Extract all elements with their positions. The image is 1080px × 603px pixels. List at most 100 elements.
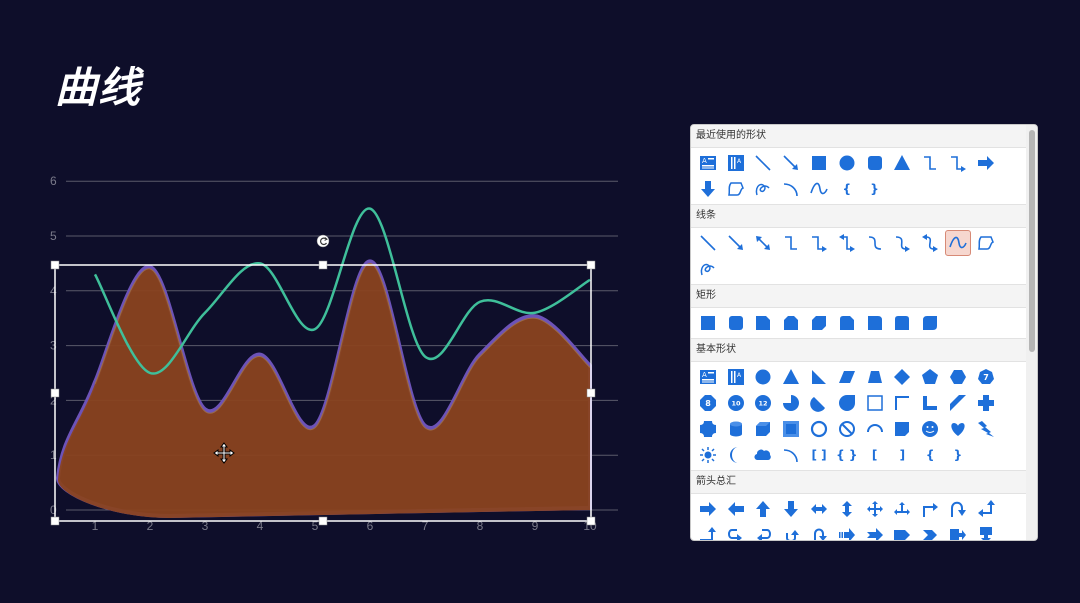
lightning-bolt-icon[interactable]	[973, 416, 999, 442]
curved-left-arrow-icon[interactable]	[750, 522, 776, 540]
area-series[interactable]	[58, 263, 590, 518]
panel-scrollbar-thumb[interactable]	[1029, 130, 1035, 352]
panel-scrollbar[interactable]	[1026, 125, 1037, 540]
snip-single-corner-rectangle-icon[interactable]	[750, 310, 776, 336]
parallelogram-icon[interactable]	[834, 364, 860, 390]
ellipse-icon[interactable]	[750, 364, 776, 390]
right-arrow-icon[interactable]	[973, 150, 999, 176]
l-shape-icon[interactable]	[917, 390, 943, 416]
scribble-icon[interactable]	[695, 256, 721, 282]
text-box-icon[interactable]: A	[695, 150, 721, 176]
rectangle-icon[interactable]	[806, 150, 832, 176]
right-triangle-icon[interactable]	[806, 364, 832, 390]
rectangle-icon[interactable]	[695, 310, 721, 336]
shape-picker-panel[interactable]: 最近使用的形状 A A{} 线条 矩形 基本形状 A A 7 8 10 12[ ]{ }[]{} 箭头总…	[690, 124, 1038, 541]
octagon-icon[interactable]: 8	[695, 390, 721, 416]
moon-icon[interactable]	[723, 442, 749, 468]
block-arc-icon[interactable]	[862, 416, 888, 442]
curved-arrow-connector-icon[interactable]	[889, 230, 915, 256]
left-bracket-icon[interactable]: [	[862, 442, 888, 468]
bent-up-arrow-icon[interactable]	[695, 522, 721, 540]
left-right-up-arrow-icon[interactable]	[889, 496, 915, 522]
line-icon[interactable]	[750, 150, 776, 176]
cube-icon[interactable]	[750, 416, 776, 442]
can-icon[interactable]	[723, 416, 749, 442]
bevel-icon[interactable]	[778, 416, 804, 442]
resize-handle[interactable]	[50, 388, 60, 398]
freeform-icon[interactable]	[723, 176, 749, 202]
resize-handle[interactable]	[586, 260, 596, 270]
resize-handle[interactable]	[586, 388, 596, 398]
up-down-arrow-icon[interactable]	[834, 496, 860, 522]
curved-double-arrow-connector-icon[interactable]	[917, 230, 943, 256]
left-right-arrow-icon[interactable]	[806, 496, 832, 522]
cloud-icon[interactable]	[750, 442, 776, 468]
rotate-handle-icon[interactable]	[316, 234, 330, 248]
trapezoid-icon[interactable]	[862, 364, 888, 390]
line-icon[interactable]	[695, 230, 721, 256]
ellipse-icon[interactable]	[834, 150, 860, 176]
vertical-text-box-icon[interactable]: A	[723, 150, 749, 176]
down-arrow-icon[interactable]	[778, 496, 804, 522]
right-brace-icon[interactable]: }	[945, 442, 971, 468]
curve-icon[interactable]	[806, 176, 832, 202]
frame-icon[interactable]	[862, 390, 888, 416]
elbow-double-arrow-connector-icon[interactable]	[834, 230, 860, 256]
arc-icon[interactable]	[778, 442, 804, 468]
quad-arrow-icon[interactable]	[862, 496, 888, 522]
left-brace-icon[interactable]: {	[917, 442, 943, 468]
sun-icon[interactable]	[695, 442, 721, 468]
chord-icon[interactable]	[806, 390, 832, 416]
down-arrow-callout-icon[interactable]	[973, 522, 999, 540]
curved-connector-icon[interactable]	[862, 230, 888, 256]
right-arrow-callout-icon[interactable]	[945, 522, 971, 540]
u-turn-arrow-icon[interactable]	[945, 496, 971, 522]
heptagon-icon[interactable]: 7	[973, 364, 999, 390]
resize-handle[interactable]	[50, 260, 60, 270]
chart[interactable]: 0123456 1 2 3 4 5 6 7 8 9 10	[0, 0, 640, 560]
text-box-icon[interactable]: A	[695, 364, 721, 390]
plaque-icon[interactable]	[695, 416, 721, 442]
right-arrow-icon[interactable]	[695, 496, 721, 522]
up-arrow-icon[interactable]	[750, 496, 776, 522]
right-bracket-icon[interactable]: ]	[889, 442, 915, 468]
snip-diagonal-rectangle-icon[interactable]	[806, 310, 832, 336]
snip-same-side-rectangle-icon[interactable]	[778, 310, 804, 336]
elbow-connector-icon[interactable]	[778, 230, 804, 256]
curved-down-arrow-icon[interactable]	[806, 522, 832, 540]
curved-right-arrow-icon[interactable]	[723, 522, 749, 540]
resize-handle[interactable]	[50, 516, 60, 526]
resize-handle[interactable]	[318, 516, 328, 526]
arc-icon[interactable]	[778, 176, 804, 202]
resize-handle[interactable]	[586, 516, 596, 526]
notched-right-arrow-icon[interactable]	[862, 522, 888, 540]
diamond-icon[interactable]	[889, 364, 915, 390]
vertical-text-box-icon[interactable]: A	[723, 364, 749, 390]
double-brace-icon[interactable]: { }	[834, 442, 860, 468]
triangle-icon[interactable]	[778, 364, 804, 390]
teardrop-icon[interactable]	[834, 390, 860, 416]
left-arrow-icon[interactable]	[723, 496, 749, 522]
smiley-face-icon[interactable]	[917, 416, 943, 442]
curve-icon[interactable]	[944, 230, 971, 256]
striped-right-arrow-icon[interactable]	[834, 522, 860, 540]
left-up-arrow-icon[interactable]	[973, 496, 999, 522]
bent-arrow-icon[interactable]	[917, 496, 943, 522]
scribble-icon[interactable]	[750, 176, 776, 202]
donut-icon[interactable]	[806, 416, 832, 442]
double-arrow-line-icon[interactable]	[750, 230, 776, 256]
elbow-arrow-connector-icon[interactable]	[945, 150, 971, 176]
pie-icon[interactable]	[778, 390, 804, 416]
pentagon-arrow-icon[interactable]	[889, 522, 915, 540]
triangle-icon[interactable]	[889, 150, 915, 176]
elbow-connector-icon[interactable]	[917, 150, 943, 176]
snip-round-rectangle-icon[interactable]	[834, 310, 860, 336]
arrow-line-icon[interactable]	[778, 150, 804, 176]
round-diagonal-rectangle-icon[interactable]	[917, 310, 943, 336]
dodecagon-icon[interactable]: 12	[750, 390, 776, 416]
double-bracket-icon[interactable]: [ ]	[806, 442, 832, 468]
left-brace-icon[interactable]: {	[834, 176, 860, 202]
hexagon-icon[interactable]	[945, 364, 971, 390]
arrow-line-icon[interactable]	[723, 230, 749, 256]
down-arrow-icon[interactable]	[695, 176, 721, 202]
